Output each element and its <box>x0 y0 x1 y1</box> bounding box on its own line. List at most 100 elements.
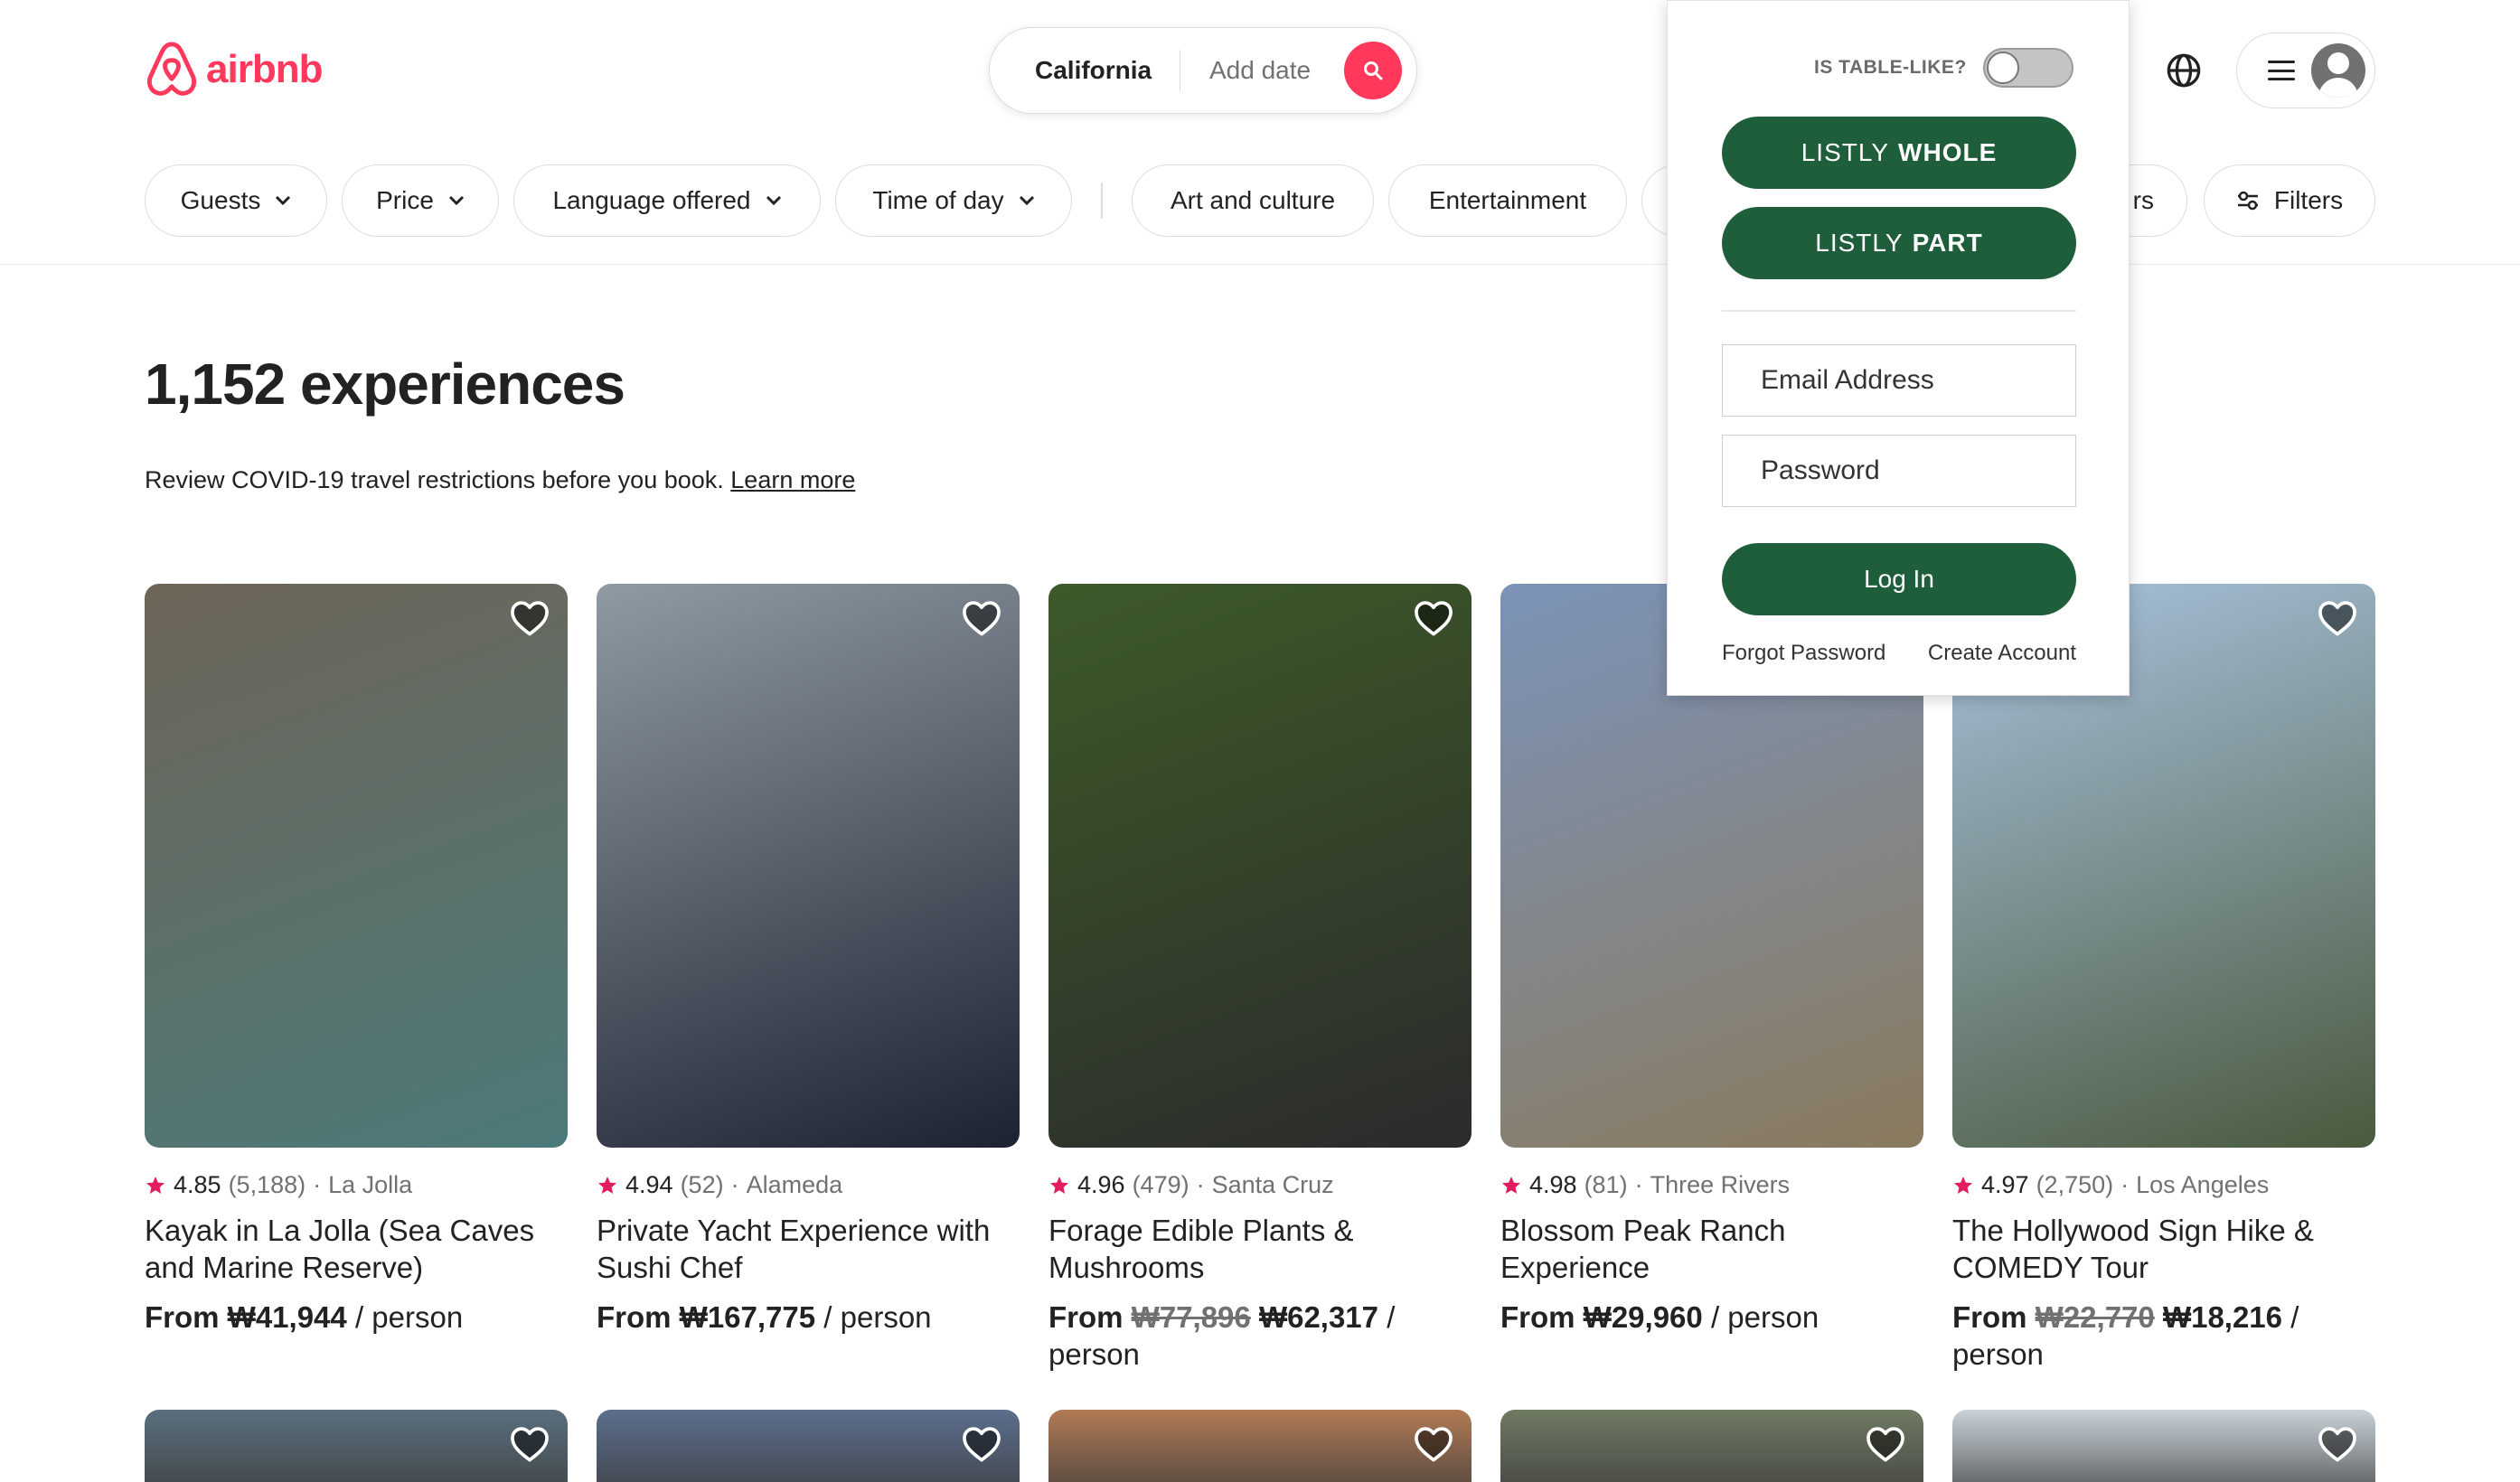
price-prefix: From <box>1048 1300 1124 1334</box>
heart-icon[interactable] <box>508 1424 551 1464</box>
chevron-down-icon <box>276 195 291 206</box>
header-divider <box>0 264 2520 265</box>
listing-photo[interactable] <box>145 584 568 1148</box>
hamburger-icon <box>2268 61 2295 80</box>
meta-separator: · <box>2120 1171 2130 1198</box>
listing-rating: 4.94 <box>625 1171 673 1198</box>
star-icon <box>1050 1176 1068 1194</box>
meta-separator: · <box>313 1171 322 1198</box>
popup-divider <box>1722 310 2076 312</box>
old-price: ₩22,770 <box>2035 1300 2155 1334</box>
current-price: ₩167,775 <box>679 1300 816 1334</box>
star-icon <box>598 1176 616 1194</box>
listing-title[interactable]: Private Yacht Experience with Sushi Chef <box>597 1212 1020 1286</box>
price-prefix: From <box>1952 1300 2027 1334</box>
current-price: ₩62,317 <box>1258 1300 1379 1334</box>
listing-photo[interactable] <box>597 1410 1020 1482</box>
search-bar[interactable]: California Add date <box>989 27 1417 114</box>
popup-links: Forgot Password Create Account <box>1722 641 2076 666</box>
filter-guests[interactable]: Guests <box>145 164 327 237</box>
meta-separator: · <box>730 1171 739 1198</box>
listing-rating: 4.98 <box>1529 1171 1577 1198</box>
listing-photo[interactable] <box>145 1410 568 1482</box>
category-entertainment[interactable]: Entertainment <box>1388 164 1627 237</box>
listing-price: From ₩29,960 / person <box>1500 1299 1923 1336</box>
listing-rating: 4.97 <box>1981 1171 2029 1198</box>
price-unit: / person <box>1710 1300 1819 1334</box>
heart-icon[interactable] <box>1864 1424 1907 1464</box>
filter-label: Guests <box>180 186 261 214</box>
filter-price[interactable]: Price <box>342 164 499 237</box>
listing-price: From ₩77,896 ₩62,317 / person <box>1048 1299 1472 1373</box>
email-field[interactable]: Email Address <box>1722 344 2076 417</box>
filter-label: Language offered <box>552 186 751 214</box>
listing-meta: 4.96 (479) · Santa Cruz <box>1048 1171 1472 1199</box>
star-icon <box>1502 1176 1520 1194</box>
heart-icon[interactable] <box>2316 1424 2359 1464</box>
search-date[interactable]: Add date <box>1209 56 1344 85</box>
login-button[interactable]: Log In <box>1722 543 2076 615</box>
listing-card[interactable]: 4.98 (81) · Three Rivers Blossom Peak Ranch … <box>1500 584 1923 1336</box>
toggle-knob <box>1986 52 2019 84</box>
heart-icon[interactable] <box>2316 598 2359 638</box>
airbnb-logo[interactable]: airbnb <box>145 40 323 99</box>
filter-language[interactable]: Language offered <box>513 164 821 237</box>
price-unit: / person <box>823 1300 932 1334</box>
filter-time-of-day[interactable]: Time of day <box>835 164 1072 237</box>
current-price: ₩18,216 <box>2162 1300 2283 1334</box>
category-art-and-culture[interactable]: Art and culture <box>1132 164 1374 237</box>
meta-separator: · <box>1634 1171 1643 1198</box>
search-button[interactable] <box>1344 42 1402 99</box>
heart-icon[interactable] <box>960 1424 1003 1464</box>
table-like-row: IS TABLE-LIKE? <box>1814 48 2073 88</box>
listing-price: From ₩22,770 ₩18,216 / person <box>1952 1299 2375 1373</box>
listing-location: La Jolla <box>328 1171 413 1198</box>
price-unit: / person <box>354 1300 464 1334</box>
button-emphasis: PART <box>1912 229 1983 257</box>
listing-photo[interactable] <box>597 584 1020 1148</box>
learn-more-link[interactable]: Learn more <box>730 466 855 493</box>
heart-icon[interactable] <box>508 598 551 638</box>
logo-wordmark: airbnb <box>206 47 323 91</box>
listing-reviews: (2,750) <box>2036 1171 2114 1198</box>
listing-photo[interactable] <box>1500 1410 1923 1482</box>
forgot-password-link[interactable]: Forgot Password <box>1722 641 1885 666</box>
globe-icon[interactable] <box>2166 52 2202 89</box>
filters-button[interactable]: Filters <box>2204 164 2375 237</box>
user-menu-button[interactable] <box>2236 33 2375 108</box>
listing-title[interactable]: Forage Edible Plants & Mushrooms <box>1048 1212 1472 1286</box>
category-label: Art and culture <box>1170 186 1336 214</box>
listing-title[interactable]: Blossom Peak Ranch Experience <box>1500 1212 1923 1286</box>
chevron-down-icon <box>448 195 464 206</box>
listing-meta: 4.97 (2,750) · Los Angeles <box>1952 1171 2375 1199</box>
listing-card[interactable]: 4.94 (52) · Alameda Private Yacht Experience… <box>597 584 1020 1336</box>
chevron-down-icon <box>766 195 781 206</box>
listing-title[interactable]: Kayak in La Jolla (Sea Caves and Marine … <box>145 1212 568 1286</box>
listing-card[interactable]: 4.97 (2,750) · Los Angeles The Hollywood Sig… <box>1952 584 2375 1373</box>
password-field[interactable]: Password <box>1722 435 2076 507</box>
listing-card[interactable]: 4.96 (479) · Santa Cruz Forage Edible Plants… <box>1048 584 1472 1373</box>
listly-part-button[interactable]: LISTLY PART <box>1722 207 2076 279</box>
button-prefix: LISTLY <box>1801 138 1890 166</box>
table-like-toggle[interactable] <box>1982 48 2073 88</box>
listing-title[interactable]: The Hollywood Sign Hike & COMEDY Tour <box>1952 1212 2375 1286</box>
listing-photo[interactable] <box>1952 1410 2375 1482</box>
listing-location: Los Angeles <box>2136 1171 2270 1198</box>
listing-photo[interactable] <box>1048 1410 1472 1482</box>
listing-rating: 4.85 <box>174 1171 221 1198</box>
search-location[interactable]: California <box>990 56 1180 85</box>
listing-card[interactable]: 4.85 (5,188) · La Jolla Kayak in La Jolla (S… <box>145 584 568 1336</box>
star-icon <box>1954 1176 1972 1194</box>
filter-separator <box>1101 183 1103 219</box>
listing-meta: 4.98 (81) · Three Rivers <box>1500 1171 1923 1199</box>
heart-icon[interactable] <box>960 598 1003 638</box>
listing-photo[interactable] <box>1048 584 1472 1148</box>
listly-whole-button[interactable]: LISTLY WHOLE <box>1722 117 2076 189</box>
listing-reviews: (479) <box>1132 1171 1189 1198</box>
create-account-link[interactable]: Create Account <box>1928 641 2076 666</box>
heart-icon[interactable] <box>1412 1424 1455 1464</box>
price-prefix: From <box>597 1300 672 1334</box>
heart-icon[interactable] <box>1412 598 1455 638</box>
covid-text: Review COVID-19 travel restrictions befo… <box>145 466 724 493</box>
listing-price: From ₩167,775 / person <box>597 1299 1020 1336</box>
